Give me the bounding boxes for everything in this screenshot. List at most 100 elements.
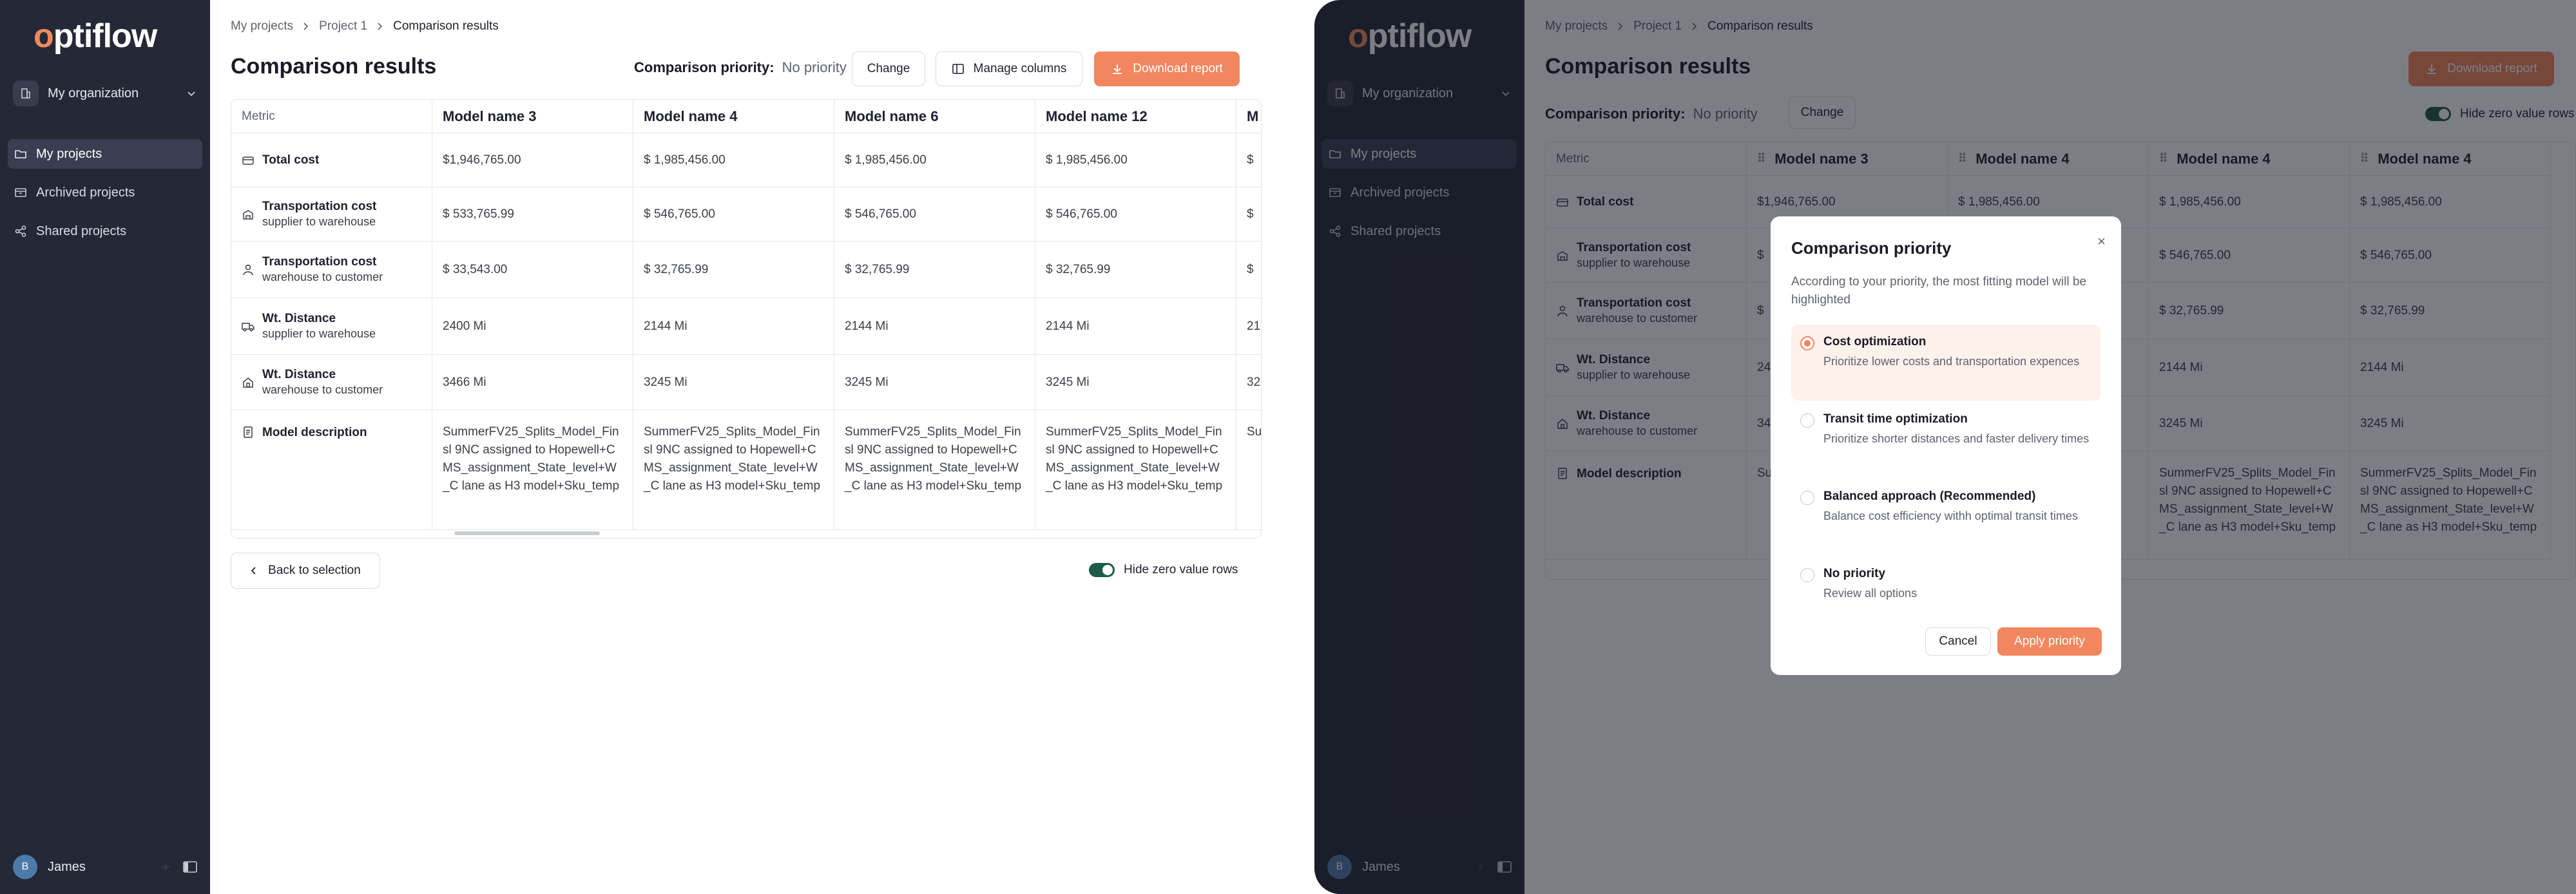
metric-subtitle: supplier to warehouse xyxy=(262,215,376,228)
org-switcher[interactable]: My organization xyxy=(13,76,197,111)
metric-text: Transportation cost warehouse to customer xyxy=(262,255,383,284)
metric-cell: Wt. Distance supplier to warehouse xyxy=(231,298,432,354)
columns-icon xyxy=(952,64,964,74)
download-report-button[interactable]: Download report xyxy=(1094,52,1240,86)
priority-label: Comparison priority: xyxy=(634,59,774,75)
metric-name: Transportation cost xyxy=(262,255,377,269)
table-cell: 3245 Mi xyxy=(1035,355,1236,410)
table-cell: $ 32,765.99 xyxy=(1035,242,1236,298)
metric-cell: Model description xyxy=(231,410,432,529)
column-header-label: M xyxy=(1247,108,1259,124)
sidebar: optiflow My organization My projects Arc… xyxy=(0,0,210,894)
chevron-down-icon xyxy=(187,91,195,97)
chevron-right-icon xyxy=(303,23,309,30)
radio-button[interactable] xyxy=(1800,491,1814,505)
table-cell: $ xyxy=(1236,242,1261,298)
chevron-left-icon xyxy=(251,567,256,575)
table-cell: $1,946,765.00 xyxy=(432,133,633,187)
column-header-metric: Metric xyxy=(231,100,432,133)
table-cell: 2144 Mi xyxy=(633,298,834,354)
wallet-icon xyxy=(242,156,254,165)
priority-option-balanced[interactable]: Balanced approach (Recommended) Balance … xyxy=(1791,479,2100,555)
metric-subtitle: supplier to warehouse xyxy=(262,327,376,340)
table-cell: $ 546,765.00 xyxy=(633,187,834,241)
table-cell: $ 1,985,456.00 xyxy=(633,133,834,187)
table-cell: 3245 Mi xyxy=(834,355,1035,410)
sidebar-item-shared-projects[interactable]: Shared projects xyxy=(8,216,202,246)
home-icon xyxy=(243,377,253,388)
metric-name: Transportation cost xyxy=(262,200,377,213)
priority-option-transit[interactable]: Transit time optimization Prioritize sho… xyxy=(1791,402,2100,478)
table-cell: 2144 Mi xyxy=(834,298,1035,354)
table-row: Model description SummerFV25_Splits_Model… xyxy=(231,410,1261,530)
hide-zero-rows-toggle[interactable]: Hide zero value rows xyxy=(1089,563,1238,577)
logo: optiflow xyxy=(34,17,157,55)
table-cell: SummerFV25_Splits_Model_Finsl 9NC assign… xyxy=(432,410,633,529)
option-title: Balanced approach (Recommended) xyxy=(1823,490,2036,503)
column-header[interactable]: Model name 3 xyxy=(432,100,633,133)
table-row: Wt. Distance warehouse to customer 3466 Mi… xyxy=(231,355,1261,410)
radio-button[interactable] xyxy=(1800,414,1814,428)
metric-name: Total cost xyxy=(262,153,320,167)
metric-text: Wt. Distance supplier to warehouse xyxy=(262,312,376,341)
sidebar-item-archived-projects[interactable]: Archived projects xyxy=(8,178,202,207)
sidebar-toggle-icon[interactable] xyxy=(183,861,197,873)
metric-cell: Transportation cost warehouse to customer xyxy=(231,242,432,298)
table-cell: $ 1,985,456.00 xyxy=(834,133,1035,187)
cancel-button[interactable]: Cancel xyxy=(1925,627,1991,656)
plus-icon[interactable]: + xyxy=(162,859,170,875)
apply-priority-button[interactable]: Apply priority xyxy=(1997,627,2102,656)
column-header[interactable]: Model name 12 xyxy=(1035,100,1236,133)
page-title: Comparison results xyxy=(231,54,437,79)
app-window-modal-view: optiflow My organization My projects Arc… xyxy=(1314,0,2576,894)
column-header[interactable]: M xyxy=(1236,100,1261,133)
metric-text: Wt. Distance warehouse to customer xyxy=(262,368,383,397)
priority-option-none[interactable]: No priority Review all options xyxy=(1791,556,2100,614)
metric-cell: Transportation cost supplier to warehouse xyxy=(231,187,432,241)
breadcrumb-project[interactable]: Project 1 xyxy=(319,19,367,33)
archive-icon xyxy=(15,188,26,197)
table-cell: 2400 Mi xyxy=(432,298,633,354)
column-header[interactable]: Model name 6 xyxy=(834,100,1035,133)
horizontal-scrollbar[interactable] xyxy=(454,531,600,535)
manage-columns-label: Manage columns xyxy=(973,62,1067,75)
modal-title: Comparison priority xyxy=(1791,238,1952,258)
back-label: Back to selection xyxy=(268,564,361,577)
metric-text: Transportation cost supplier to warehouse xyxy=(262,200,376,229)
metric-name: Wt. Distance xyxy=(262,368,336,381)
radio-button[interactable] xyxy=(1800,568,1814,582)
back-to-selection-button[interactable]: Back to selection xyxy=(231,553,380,589)
metric-cell: Wt. Distance warehouse to customer xyxy=(231,355,432,410)
toggle-switch[interactable] xyxy=(1089,563,1115,577)
sidebar-nav: My projects Archived projects Shared pro… xyxy=(8,139,202,255)
user-menu[interactable]: B James + xyxy=(13,853,197,881)
metric-name: Model description xyxy=(262,426,367,439)
close-icon[interactable]: × xyxy=(2097,233,2106,250)
chevron-right-icon xyxy=(378,23,383,30)
comparison-table: Metric Model name 3 Model name 4 Model name… xyxy=(231,99,1262,538)
priority-option-cost[interactable]: Cost optimization Prioritize lower costs… xyxy=(1791,325,2100,401)
change-priority-button[interactable]: Change xyxy=(852,52,925,86)
truck-icon xyxy=(242,322,255,332)
table-cell: SummerFV25_Splits_Model_Finsl 9NC assign… xyxy=(1035,410,1236,529)
table-row: Transportation cost warehouse to customer… xyxy=(231,242,1261,298)
sidebar-item-my-projects[interactable]: My projects xyxy=(8,139,202,169)
comparison-priority: Comparison priority: No priority xyxy=(634,59,847,76)
download-report-label: Download report xyxy=(1133,62,1223,75)
table-row: Transportation cost supplier to warehouse… xyxy=(231,187,1261,242)
warehouse-icon xyxy=(243,209,253,220)
breadcrumb-my-projects[interactable]: My projects xyxy=(231,19,293,33)
sidebar-item-label: My projects xyxy=(36,146,102,161)
table-row: Total cost$1,946,765.00$ 1,985,456.00$ 1… xyxy=(231,133,1261,187)
priority-value: No priority xyxy=(782,59,847,75)
user-name: James xyxy=(48,859,86,874)
table-cell: $ 546,765.00 xyxy=(834,187,1035,241)
toggle-label: Hide zero value rows xyxy=(1124,563,1238,576)
table-cell: $ xyxy=(1236,133,1261,187)
radio-button[interactable] xyxy=(1800,336,1814,350)
option-description: Review all options xyxy=(1823,587,1918,600)
sidebar-item-label: Shared projects xyxy=(36,224,127,238)
column-header[interactable]: Model name 4 xyxy=(633,100,834,133)
manage-columns-button[interactable]: Manage columns xyxy=(936,52,1082,86)
document-icon xyxy=(244,426,253,438)
